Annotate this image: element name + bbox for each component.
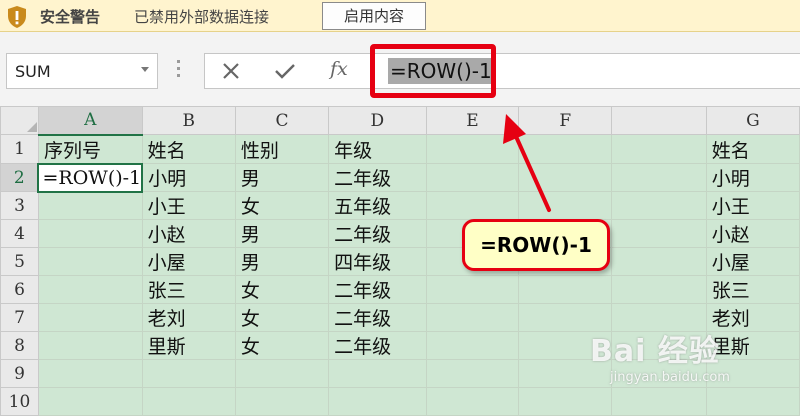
- watermark-main: Bai 经验: [590, 334, 720, 369]
- watermark-logo: Bai 经验 jingyan.baidu.com: [590, 326, 795, 396]
- formula-callout: =ROW()-1: [462, 219, 610, 271]
- callout-text: =ROW()-1: [480, 233, 592, 257]
- watermark-url: jingyan.baidu.com: [610, 370, 730, 385]
